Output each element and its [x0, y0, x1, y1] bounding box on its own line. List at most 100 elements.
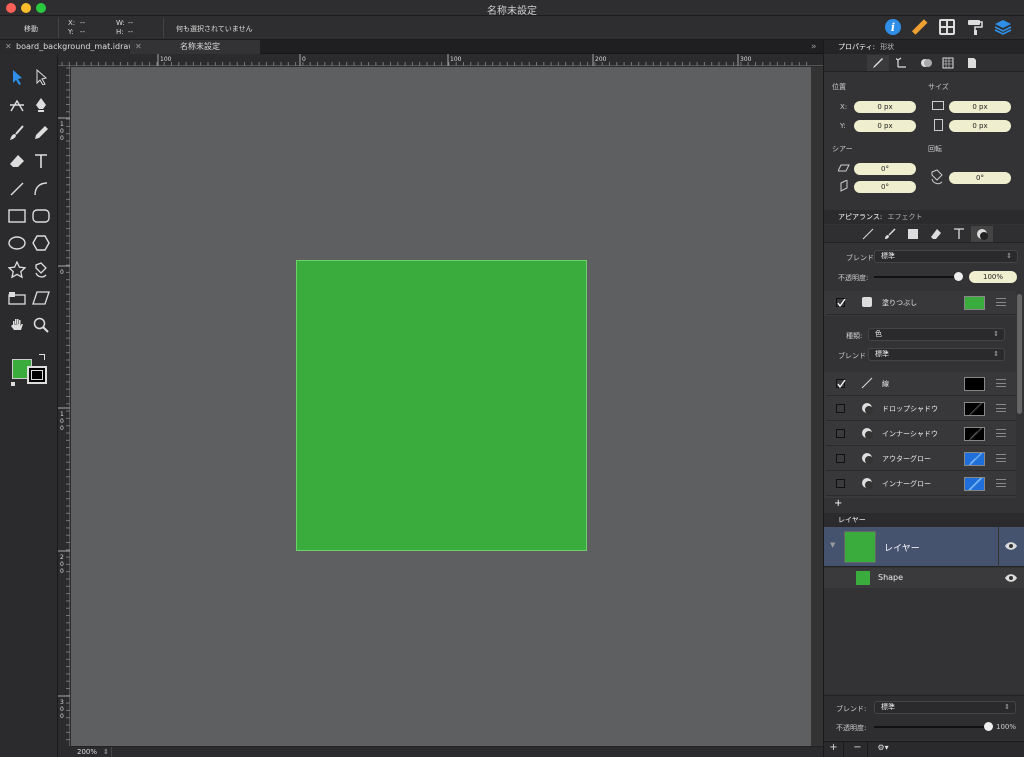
tab-effects-icon[interactable]	[971, 226, 993, 242]
opacity-slider-knob[interactable]	[954, 272, 963, 281]
inner-shadow-row[interactable]: インナーシャドウ	[826, 422, 1016, 446]
y-position-field[interactable]: 0 px	[854, 120, 916, 132]
horizontal-scroll-track[interactable]	[111, 747, 811, 757]
height-field[interactable]: 0 px	[949, 120, 1011, 132]
rounded-rectangle-tool-icon[interactable]	[29, 204, 53, 228]
rotation-field[interactable]: 0°	[949, 172, 1011, 184]
drag-handle-icon[interactable]	[996, 298, 1006, 306]
zoom-tool-icon[interactable]	[29, 313, 53, 337]
outer-glow-swatch[interactable]	[964, 452, 985, 466]
vertical-scrollbar[interactable]	[811, 67, 823, 746]
ellipse-tool-icon[interactable]	[5, 231, 29, 255]
pen-nib-icon[interactable]	[29, 93, 53, 117]
ruler-icon[interactable]	[908, 16, 930, 38]
outer-glow-checkbox[interactable]	[836, 454, 845, 463]
width-field[interactable]: 0 px	[949, 101, 1011, 113]
inner-glow-row[interactable]: インナーグロー	[826, 472, 1016, 496]
grid-icon[interactable]	[936, 16, 958, 38]
tab-text-icon[interactable]	[948, 226, 970, 242]
add-appearance-button[interactable]: +	[834, 498, 842, 509]
outer-glow-row[interactable]: アウターグロー	[826, 447, 1016, 471]
hand-tool-icon[interactable]	[5, 313, 29, 337]
pencil-icon[interactable]	[29, 121, 53, 145]
inner-glow-checkbox[interactable]	[836, 479, 845, 488]
opacity-slider[interactable]	[874, 276, 958, 278]
fill-row[interactable]: 塗りつぶし	[826, 291, 1016, 315]
drag-handle-icon[interactable]	[996, 379, 1006, 387]
info-icon[interactable]: i	[882, 16, 904, 38]
inner-shadow-swatch[interactable]	[964, 427, 985, 441]
eye-icon[interactable]	[1004, 573, 1018, 586]
tab-eraser-icon[interactable]	[925, 226, 947, 242]
x-position-field[interactable]: 0 px	[854, 101, 916, 113]
layer-opacity-knob[interactable]	[984, 722, 993, 731]
direct-select-arrow-icon[interactable]	[29, 65, 53, 89]
tab-close-icon[interactable]: ✕	[5, 40, 12, 54]
tab-geometry-icon[interactable]	[891, 55, 913, 71]
drop-shadow-row[interactable]: ドロップシャドウ	[826, 397, 1016, 421]
tab-document-icon[interactable]	[961, 55, 983, 71]
inner-glow-swatch[interactable]	[964, 477, 985, 491]
layers-icon[interactable]	[992, 16, 1014, 38]
tab-stroke-pen-icon[interactable]	[867, 55, 889, 71]
swap-colors-icon[interactable]	[39, 354, 45, 360]
drawing-canvas[interactable]	[71, 67, 811, 746]
blend-mode-select[interactable]: 標準 ⇕	[874, 250, 1018, 263]
zoom-stepper-icon[interactable]: ⇕	[103, 748, 109, 756]
layer-blend-select[interactable]: 標準 ⇕	[874, 701, 1016, 714]
select-arrow-icon[interactable]	[5, 65, 29, 89]
stroke-checkbox[interactable]	[836, 379, 846, 389]
stroke-row[interactable]: 線	[826, 372, 1016, 396]
rectangle-tool-icon[interactable]	[5, 204, 29, 228]
zoom-level[interactable]: 200%	[77, 748, 97, 756]
tab-brush-icon[interactable]	[879, 226, 901, 242]
drop-shadow-swatch[interactable]	[964, 402, 985, 416]
tab-close-icon[interactable]: ✕	[135, 40, 142, 54]
shear-tool-icon[interactable]	[29, 286, 53, 310]
tab-overflow-button[interactable]: »	[811, 40, 817, 54]
stroke-color-swatch[interactable]	[964, 377, 985, 391]
brush-icon[interactable]	[5, 121, 29, 145]
add-layer-button[interactable]: +	[824, 742, 844, 757]
paint-roller-icon[interactable]	[964, 16, 986, 38]
opacity-field[interactable]: 100%	[969, 271, 1017, 283]
eye-icon[interactable]	[1004, 541, 1018, 554]
layer-disclosure-icon[interactable]: ▼	[830, 541, 835, 549]
horizontal-scrollbar[interactable]: 200% ⇕	[71, 746, 823, 757]
node-tool-icon[interactable]	[5, 93, 29, 117]
fill-checkbox[interactable]	[836, 298, 846, 308]
tab-board-background[interactable]: ✕ board_background_mat.idraw	[0, 40, 145, 54]
drag-handle-icon[interactable]	[996, 454, 1006, 462]
stroke-color-swatch[interactable]	[27, 366, 47, 384]
drag-handle-icon[interactable]	[996, 429, 1006, 437]
drop-shadow-checkbox[interactable]	[836, 404, 845, 413]
layer-options-gear-button[interactable]: ⚙▾	[872, 743, 894, 757]
eraser-icon[interactable]	[5, 149, 29, 173]
tab-untitled[interactable]: ✕ 名称未設定	[130, 40, 260, 54]
drag-handle-icon[interactable]	[996, 404, 1006, 412]
shear-y-field[interactable]: 0°	[854, 181, 916, 193]
appearance-scrollbar[interactable]	[1017, 294, 1022, 414]
green-square-shape[interactable]	[296, 260, 587, 551]
tab-shapes-icon[interactable]	[915, 55, 937, 71]
text-tool-icon[interactable]	[29, 149, 53, 173]
polygon-tool-icon[interactable]	[29, 231, 53, 255]
remove-layer-button[interactable]: −	[848, 742, 868, 757]
curve-tool-icon[interactable]	[29, 177, 53, 201]
fill-kind-select[interactable]: 色 ⇕	[868, 328, 1005, 341]
shape-row[interactable]: Shape	[824, 568, 1024, 588]
star-tool-icon[interactable]	[5, 258, 29, 282]
drag-handle-icon[interactable]	[996, 479, 1006, 487]
tab-fill-icon[interactable]	[902, 226, 924, 242]
tab-table-icon[interactable]	[937, 55, 959, 71]
tab-line-icon[interactable]	[857, 226, 879, 242]
fill-blend-select[interactable]: 標準 ⇕	[868, 348, 1005, 361]
layer-row[interactable]: ▼ レイヤー	[824, 527, 1024, 567]
shear-x-field[interactable]: 0°	[854, 163, 916, 175]
default-colors-icon[interactable]	[11, 382, 15, 386]
scale-tool-icon[interactable]	[5, 286, 29, 310]
layer-opacity-slider[interactable]	[874, 726, 989, 728]
line-tool-icon[interactable]	[5, 177, 29, 201]
fill-color-swatch[interactable]	[964, 296, 985, 310]
inner-shadow-checkbox[interactable]	[836, 429, 845, 438]
